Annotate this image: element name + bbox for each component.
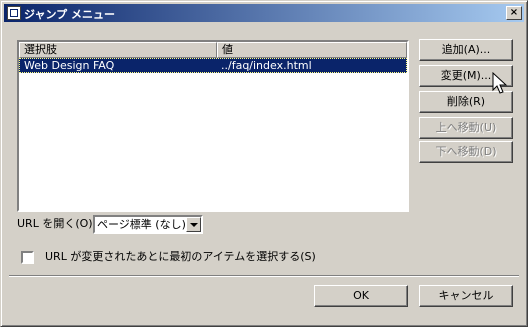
list-header: 選択肢 値 [19, 42, 407, 58]
jump-menu-dialog: ジャンプ メニュー × 選択肢 値 Web Design FAQ ../faq/… [0, 0, 528, 327]
ok-button[interactable]: OK [314, 285, 408, 307]
title-bar[interactable]: ジャンプ メニュー × [4, 4, 524, 22]
separator [9, 275, 519, 277]
url-open-value: ページ標準 (なし) [97, 218, 186, 231]
list-item-value: ../faq/index.html [221, 59, 312, 72]
menu-items-list[interactable]: 選択肢 値 Web Design FAQ ../faq/index.html [17, 40, 409, 212]
chevron-down-icon[interactable] [186, 217, 201, 232]
list-item[interactable]: Web Design FAQ ../faq/index.html [19, 58, 407, 73]
add-button[interactable]: 追加(A)... [419, 39, 513, 61]
mouse-pointer-icon [492, 72, 508, 94]
column-header-choice[interactable]: 選択肢 [19, 42, 217, 58]
url-open-select[interactable]: ページ標準 (なし) [93, 215, 203, 234]
cancel-button[interactable]: キャンセル [419, 285, 513, 307]
url-open-label: URL を開く(O): [17, 217, 97, 230]
window-title: ジャンプ メニュー [24, 8, 115, 21]
select-first-item-checkbox[interactable] [21, 251, 34, 264]
select-first-item-label[interactable]: URL が変更されたあとに最初のアイテムを選択する(S) [45, 250, 316, 264]
move-down-button[interactable]: 下へ移動(D) [419, 141, 513, 163]
close-button[interactable]: × [506, 6, 522, 20]
column-header-value[interactable]: 値 [217, 42, 407, 58]
window-icon [7, 6, 21, 20]
list-item-choice: Web Design FAQ [24, 59, 115, 72]
move-up-button[interactable]: 上へ移動(U) [419, 117, 513, 139]
